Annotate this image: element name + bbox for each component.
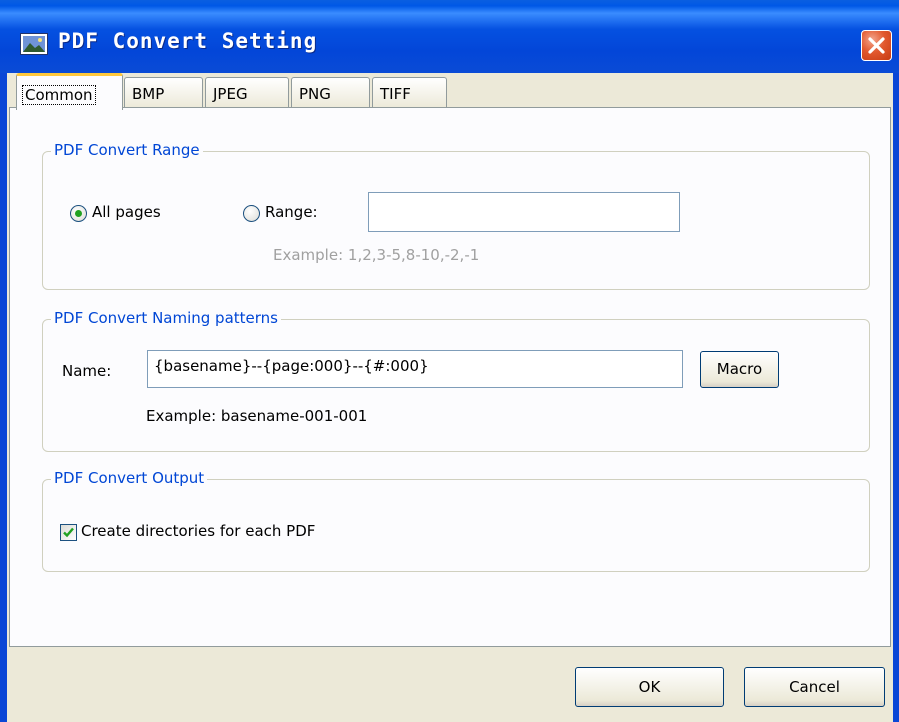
- tab-label: BMP: [132, 85, 165, 103]
- ok-button[interactable]: OK: [575, 667, 724, 707]
- all-pages-radio[interactable]: [70, 205, 87, 222]
- close-icon: [868, 37, 885, 54]
- create-directories-checkbox[interactable]: [60, 524, 77, 541]
- naming-group: PDF Convert Naming patterns Name: {basen…: [42, 309, 870, 452]
- naming-example: Example: basename-001-001: [146, 407, 368, 425]
- window-title: PDF Convert Setting: [58, 29, 318, 53]
- cancel-button[interactable]: Cancel: [744, 667, 885, 707]
- pdf-convert-setting-dialog: PDF Convert Setting Common BMP JPEG PNG …: [0, 0, 899, 722]
- range-radio[interactable]: [243, 205, 260, 222]
- tab-label: Common: [22, 85, 96, 105]
- tab-tiff[interactable]: TIFF: [372, 77, 447, 108]
- window-frame-left: [0, 73, 7, 722]
- range-group-title: PDF Convert Range: [51, 141, 203, 159]
- tab-strip: Common BMP JPEG PNG TIFF: [7, 73, 893, 110]
- name-pattern-input[interactable]: {basename}--{page:000}--{#:000}: [147, 350, 683, 388]
- range-example: Example: 1,2,3-5,8-10,-2,-1: [273, 246, 480, 264]
- range-group: PDF Convert Range All pages Range: Examp…: [42, 141, 870, 290]
- output-group: PDF Convert Output Create directories fo…: [42, 469, 870, 572]
- tab-label: TIFF: [380, 85, 411, 103]
- title-bar[interactable]: PDF Convert Setting: [0, 0, 899, 73]
- range-label[interactable]: Range:: [265, 203, 318, 221]
- tab-panel-common: PDF Convert Range All pages Range: Examp…: [9, 107, 891, 647]
- tab-label: PNG: [299, 85, 331, 103]
- output-group-title: PDF Convert Output: [51, 469, 208, 487]
- create-directories-label[interactable]: Create directories for each PDF: [81, 522, 315, 540]
- macro-button[interactable]: Macro: [700, 351, 779, 388]
- image-icon: [20, 33, 48, 55]
- tab-png[interactable]: PNG: [291, 77, 370, 108]
- name-label: Name:: [62, 362, 112, 380]
- tab-common[interactable]: Common: [16, 73, 123, 110]
- radio-selected-dot: [75, 210, 82, 217]
- window-frame-right: [893, 73, 899, 722]
- tab-jpeg[interactable]: JPEG: [205, 77, 289, 108]
- naming-group-title: PDF Convert Naming patterns: [51, 309, 281, 327]
- tab-bmp[interactable]: BMP: [124, 77, 203, 108]
- tab-label: JPEG: [213, 85, 248, 103]
- checkmark-icon: [63, 527, 74, 538]
- close-button[interactable]: [861, 30, 892, 61]
- range-input[interactable]: [368, 192, 680, 232]
- all-pages-label[interactable]: All pages: [92, 203, 161, 221]
